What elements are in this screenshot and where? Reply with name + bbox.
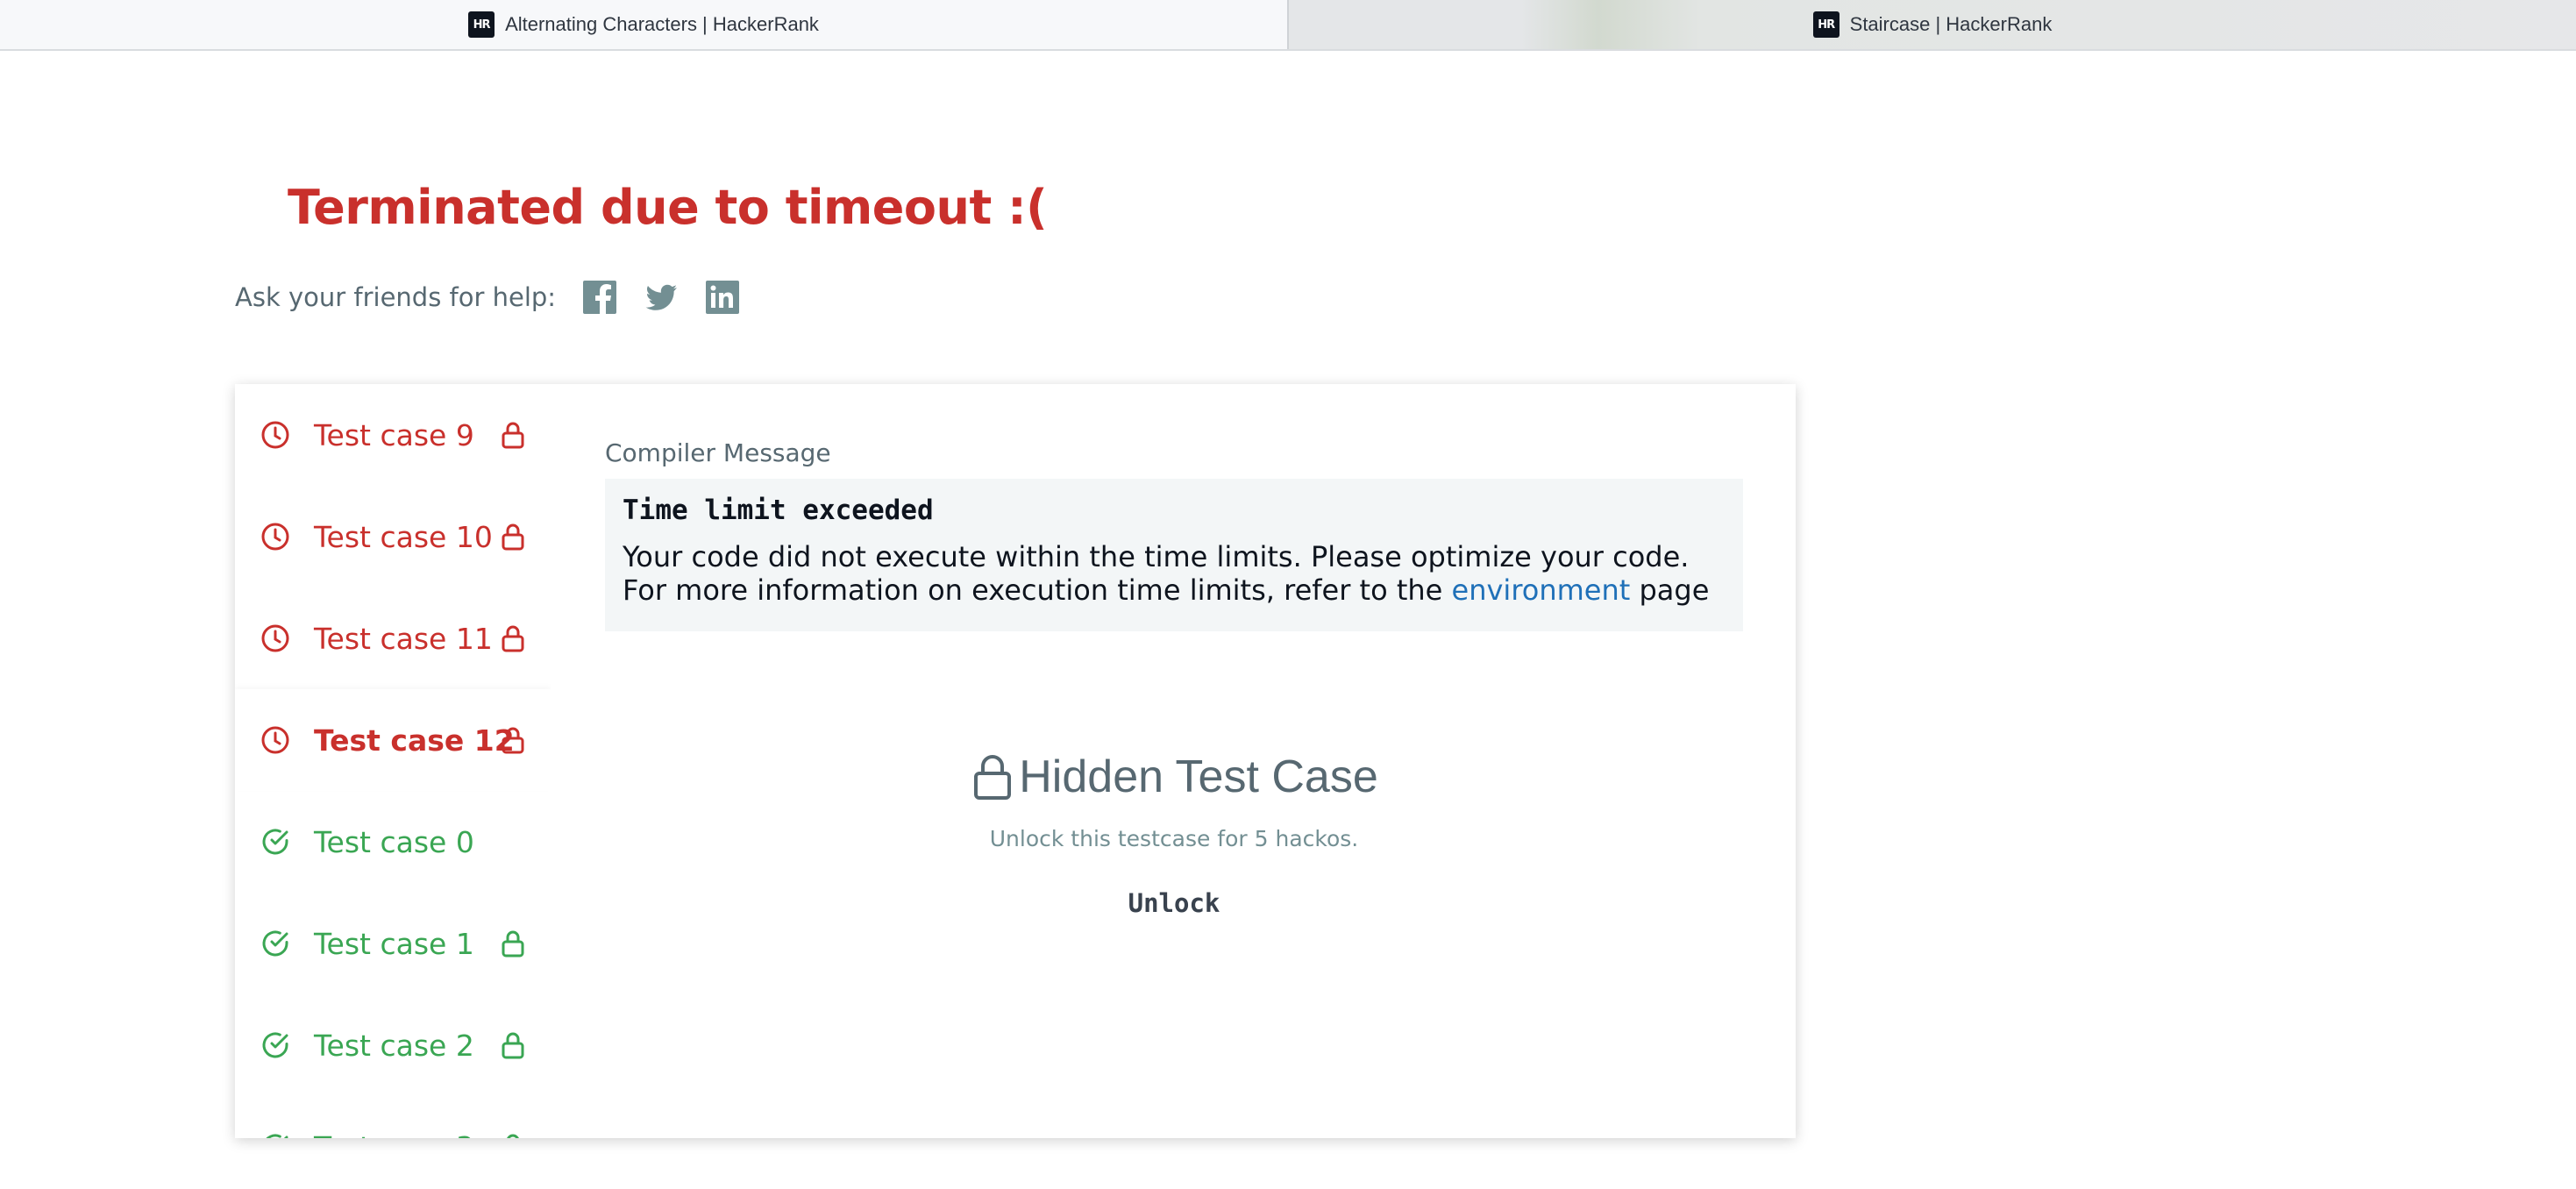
test-case-label: Test case 0 [314, 824, 474, 859]
clock-icon [260, 521, 291, 552]
lock-icon [498, 1030, 528, 1060]
hackerrank-favicon-icon: HR [468, 11, 495, 38]
test-case-item-selected[interactable]: Test case 12 [235, 689, 551, 791]
compiler-message-box: Time limit exceeded Your code did not ex… [605, 479, 1743, 631]
compiler-message-title: Time limit exceeded [623, 495, 934, 526]
clock-icon [260, 724, 291, 756]
unlock-button[interactable]: Unlock [1128, 888, 1220, 918]
check-circle-icon [260, 1029, 291, 1061]
tab-staircase[interactable]: HR Staircase | HackerRank [1287, 0, 2576, 49]
compiler-message-suffix: page [1639, 573, 1710, 607]
test-case-item[interactable]: Test case 9 [235, 384, 551, 486]
browser-tab-bar: HR Alternating Characters | HackerRank H… [0, 0, 2576, 51]
tab-title: Staircase | HackerRank [1849, 13, 2053, 35]
test-case-item[interactable]: Test case 1 [235, 893, 551, 994]
compiler-message-text: Your code did not execute within the tim… [623, 540, 1726, 607]
check-circle-icon [260, 826, 291, 858]
test-case-item[interactable]: Test case 11 [235, 587, 551, 689]
test-case-label: Test case 3 [314, 1130, 498, 1139]
test-case-label: Test case 11 [314, 621, 493, 656]
hackerrank-favicon-icon: HR [1812, 11, 1839, 38]
hidden-test-case-panel: Hidden Test Case Unlock this testcase fo… [605, 751, 1743, 918]
facebook-icon[interactable] [582, 280, 617, 315]
test-case-item[interactable]: Test case 2 [235, 994, 551, 1096]
test-case-label: Test case 9 [314, 417, 474, 452]
test-case-item[interactable]: Test case 10 [235, 486, 551, 587]
share-row: Ask your friends for help: [235, 275, 766, 319]
tab-alternating-characters[interactable]: HR Alternating Characters | HackerRank [0, 0, 1287, 49]
lock-icon [974, 755, 1012, 800]
lock-icon [498, 1132, 528, 1138]
check-circle-icon [260, 1131, 291, 1138]
check-circle-icon [260, 928, 291, 959]
test-case-list[interactable]: Test case 9 Test case 10 Test case 11 Te… [235, 384, 551, 1138]
linkedin-icon[interactable] [705, 280, 740, 315]
lock-icon [498, 623, 528, 653]
lock-icon [498, 725, 528, 755]
test-case-detail: Compiler Message Time limit exceeded You… [605, 384, 1754, 1138]
tab-title: Alternating Characters | HackerRank [505, 13, 819, 35]
test-case-label: Test case 12 [314, 723, 515, 758]
lock-icon [498, 929, 528, 958]
lock-icon [498, 420, 528, 450]
environment-link[interactable]: environment [1452, 573, 1631, 607]
result-title: Terminated due to timeout :( [288, 180, 1048, 235]
compiler-message-label: Compiler Message [605, 438, 831, 467]
hidden-test-case-heading: Hidden Test Case [1019, 751, 1378, 802]
test-case-label: Test case 10 [314, 519, 493, 554]
test-case-item[interactable]: Test case 3 [235, 1096, 551, 1138]
test-results-card: Test case 9 Test case 10 Test case 11 Te… [235, 384, 1796, 1138]
test-case-label: Test case 1 [314, 926, 474, 961]
clock-icon [260, 419, 291, 451]
test-case-label: Test case 2 [314, 1028, 474, 1063]
share-label: Ask your friends for help: [235, 282, 557, 312]
hidden-test-case-subtitle: Unlock this testcase for 5 hackos. [989, 826, 1359, 851]
test-case-item[interactable]: Test case 0 [235, 791, 551, 893]
lock-icon [498, 522, 528, 552]
twitter-icon[interactable] [644, 280, 679, 315]
clock-icon [260, 623, 291, 654]
hidden-test-case-title: Hidden Test Case [970, 751, 1378, 803]
